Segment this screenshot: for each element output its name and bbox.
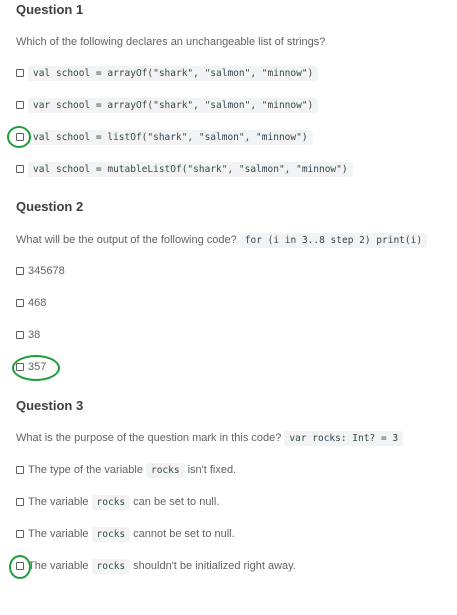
option-code: rocks: [145, 463, 185, 478]
checkbox-icon[interactable]: [16, 133, 24, 141]
question-2-option-1[interactable]: 345678: [16, 262, 65, 280]
question-1-option-4[interactable]: val school = mutableListOf("shark", "sal…: [16, 160, 353, 178]
question-2-option-3[interactable]: 38: [16, 326, 40, 344]
checkbox-icon[interactable]: [16, 363, 24, 371]
option-code: rocks: [91, 527, 131, 542]
checkbox-icon[interactable]: [16, 165, 24, 173]
question-3-prompt: What is the purpose of the question mark…: [16, 429, 404, 448]
option-code: rocks: [91, 559, 131, 574]
question-3-option-3[interactable]: The variable rocks cannot be set to null.: [16, 525, 235, 543]
question-1-option-3[interactable]: val school = listOf("shark", "salmon", "…: [16, 128, 313, 146]
checkbox-icon[interactable]: [16, 498, 24, 506]
prompt-text: What is the purpose of the question mark…: [16, 432, 282, 444]
question-3-option-1[interactable]: The type of the variable rocks isn't fixed…: [16, 461, 236, 479]
option-text-after: isn't fixed.: [187, 464, 237, 476]
option-text-before: The variable: [28, 496, 89, 508]
option-code: val school = listOf("shark", "salmon", "…: [28, 129, 313, 145]
prompt-code: var rocks: Int? = 3: [284, 431, 404, 446]
question-2-option-2[interactable]: 468: [16, 294, 46, 312]
question-2-title: Question 2: [16, 199, 84, 214]
option-code: var school = arrayOf("shark", "salmon", …: [28, 97, 319, 113]
checkbox-icon[interactable]: [16, 299, 24, 307]
option-code: rocks: [91, 495, 131, 510]
checkbox-icon[interactable]: [16, 69, 24, 77]
option-text-before: The type of the variable: [28, 464, 143, 476]
option-label: 357: [28, 361, 47, 373]
question-2-option-4[interactable]: 357: [16, 358, 46, 376]
option-text-after: shouldn't be initialized right away.: [133, 560, 296, 572]
question-3-option-4[interactable]: The variable rocks shouldn't be initialize…: [16, 557, 296, 575]
checkbox-icon[interactable]: [16, 331, 24, 339]
checkbox-icon[interactable]: [16, 466, 24, 474]
prompt-code: for (i in 3..8 step 2) print(i): [239, 233, 428, 248]
option-text-before: The variable: [28, 560, 89, 572]
option-text-after: cannot be set to null.: [133, 528, 235, 540]
checkbox-icon[interactable]: [16, 562, 24, 570]
question-3-title: Question 3: [16, 398, 84, 413]
question-1-title: Question 1: [16, 2, 84, 17]
option-code: val school = arrayOf("shark", "salmon", …: [28, 65, 319, 81]
option-text-before: The variable: [28, 528, 89, 540]
question-3-option-2[interactable]: The variable rocks can be set to null.: [16, 493, 219, 511]
question-2-prompt: What will be the output of the following…: [16, 231, 428, 250]
question-1-option-2[interactable]: var school = arrayOf("shark", "salmon", …: [16, 96, 319, 114]
prompt-text: What will be the output of the following…: [16, 234, 237, 246]
question-1-prompt: Which of the following declares an uncha…: [16, 36, 326, 48]
checkbox-icon[interactable]: [16, 101, 24, 109]
checkbox-icon[interactable]: [16, 267, 24, 275]
option-text-after: can be set to null.: [133, 496, 220, 508]
option-code: val school = mutableListOf("shark", "sal…: [28, 161, 353, 177]
option-label: 468: [28, 297, 47, 309]
option-label: 38: [28, 329, 41, 341]
option-label: 345678: [28, 265, 65, 277]
checkbox-icon[interactable]: [16, 530, 24, 538]
question-1-option-1[interactable]: val school = arrayOf("shark", "salmon", …: [16, 64, 319, 82]
